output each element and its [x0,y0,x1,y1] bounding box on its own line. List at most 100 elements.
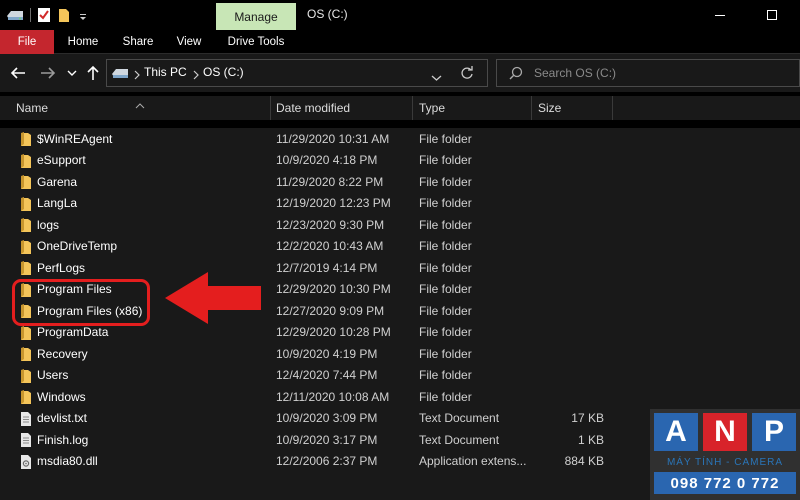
back-button[interactable] [8,63,28,83]
file-size [538,171,604,193]
file-row[interactable]: LangLa 12/19/2020 12:23 PM File folder [0,193,800,215]
manage-tab[interactable]: Manage [216,3,296,30]
tab-share[interactable]: Share [116,30,160,54]
file-name: OneDriveTemp [37,239,118,254]
file-type: File folder [419,346,472,361]
breadcrumb-os-c[interactable]: OS (C:) [203,65,244,79]
file-size: 1 KB [577,432,604,447]
navigation-bar: This PC OS (C:) Search OS (C:) [0,54,800,92]
up-button[interactable] [84,63,102,83]
file-type: File folder [419,389,472,404]
file-type: Text Document [419,411,500,426]
file-date-modified: 11/29/2020 10:31 AM [276,131,390,146]
file-date-modified: 12/2/2020 10:43 AM [276,239,384,254]
tab-drive-tools[interactable]: Drive Tools [222,30,290,54]
folder-icon [19,389,33,405]
file-name: msdia80.dll [37,454,98,469]
window-title: OS (C:) [307,7,348,21]
file-date-modified: 12/19/2020 12:23 PM [276,196,391,211]
file-type: File folder [419,174,472,189]
customize-toolbar-icon[interactable] [78,7,88,23]
file-name: Users [37,368,69,383]
search-box[interactable]: Search OS (C:) [496,59,800,87]
file-size [538,343,604,365]
logo-letter-n: N [703,413,747,451]
file-row[interactable]: OneDriveTemp 12/2/2020 10:43 AM File folde… [0,236,800,258]
file-row[interactable]: $WinREAgent 11/29/2020 10:31 AM File folde… [0,128,800,150]
file-row[interactable]: Recovery 10/9/2020 4:19 PM File folder [0,343,800,365]
file-type: File folder [419,196,472,211]
folder-icon [19,325,33,341]
title-bar: Manage OS (C:) [0,0,800,30]
file-size [538,128,604,150]
highlight-box [12,279,150,326]
folder-icon [19,153,33,169]
column-divider[interactable] [531,96,532,120]
file-row[interactable]: PerfLogs 12/7/2019 4:14 PM File folder [0,257,800,279]
file-type: File folder [419,303,472,318]
file-name: Recovery [37,346,88,361]
file-type: File folder [419,131,472,146]
anp-logo: A N P MÁY TÍNH - CAMERA 098 772 0 772 [650,409,800,500]
forward-button[interactable] [38,63,58,83]
file-type: File folder [419,368,472,383]
logo-subtitle: MÁY TÍNH - CAMERA [666,457,784,468]
column-divider[interactable] [412,96,413,120]
file-size [538,386,604,408]
column-name[interactable]: Name [16,96,268,120]
drive-icon[interactable] [5,7,25,23]
column-type[interactable]: Type [419,96,529,120]
file-type: File folder [419,325,472,340]
chevron-right-icon[interactable] [193,67,199,85]
toolbar-separator [30,8,31,22]
breadcrumb-this-pc[interactable]: This PC [144,65,187,79]
column-divider[interactable] [612,96,613,120]
column-divider[interactable] [270,96,271,120]
file-row[interactable]: logs 12/23/2020 9:30 PM File folder [0,214,800,236]
file-size [538,193,604,215]
folder-icon [19,260,33,276]
arrow-up-icon [87,65,99,80]
folder-icon [19,196,33,212]
tab-view[interactable]: View [170,30,208,54]
file-size [538,365,604,387]
tab-file[interactable]: File [0,30,54,54]
properties-icon[interactable] [37,7,53,23]
red-arrow-icon [165,272,261,324]
file-row[interactable]: Users 12/4/2020 7:44 PM File folder [0,365,800,387]
folder-icon [19,131,33,147]
logo-letter-a: A [654,413,698,451]
minimize-button[interactable] [700,4,740,26]
file-size: 884 KB [564,454,604,469]
folder-icon [19,368,33,384]
folder-icon [19,174,33,190]
file-date-modified: 12/29/2020 10:28 PM [276,325,391,340]
address-bar[interactable]: This PC OS (C:) [106,59,488,87]
file-size [538,257,604,279]
file-type: File folder [419,282,472,297]
file-size [538,236,604,258]
file-row[interactable]: Windows 12/11/2020 10:08 AM File folder [0,386,800,408]
file-size [538,214,604,236]
refresh-button[interactable] [460,66,474,85]
column-date-modified[interactable]: Date modified [276,96,410,120]
file-type: File folder [419,217,472,232]
file-row[interactable]: eSupport 10/9/2020 4:18 PM File folder [0,150,800,172]
file-type: File folder [419,260,472,275]
file-size: 17 KB [571,411,604,426]
chevron-right-icon[interactable] [134,67,140,85]
address-dropdown-button[interactable] [431,69,442,87]
file-date-modified: 10/9/2020 4:19 PM [276,346,378,361]
file-type: File folder [419,153,472,168]
minimize-icon [715,15,725,16]
search-placeholder: Search OS (C:) [534,66,617,80]
folder-icon [19,239,33,255]
tab-home[interactable]: Home [60,30,106,54]
new-folder-icon[interactable] [58,7,72,23]
file-date-modified: 12/11/2020 10:08 AM [276,389,390,404]
file-size [538,300,604,322]
maximize-button[interactable] [752,4,792,26]
file-row[interactable]: Garena 11/29/2020 8:22 PM File folder [0,171,800,193]
column-size[interactable]: Size [538,96,610,120]
recent-locations-button[interactable] [64,63,80,83]
